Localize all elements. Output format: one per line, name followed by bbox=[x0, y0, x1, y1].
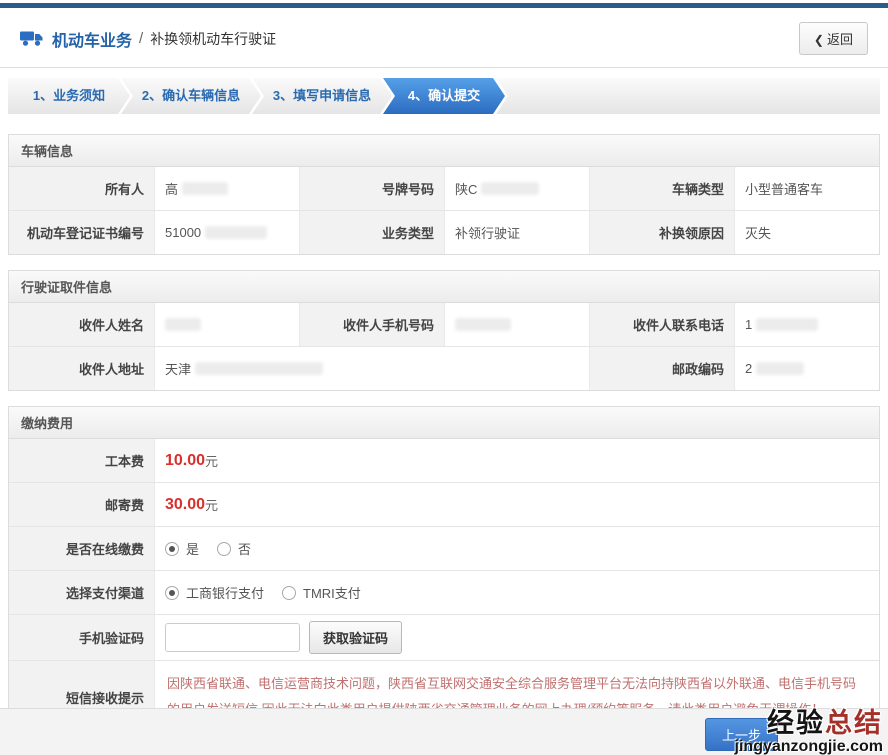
post-fee-value: 30.00 元 bbox=[154, 483, 879, 526]
pay-channel-options: 工商银行支付 TMRI支付 bbox=[154, 571, 879, 614]
redacted-blob bbox=[756, 362, 805, 375]
vehicle-type-label: 车辆类型 bbox=[589, 167, 734, 210]
post-fee-label: 邮寄费 bbox=[9, 483, 154, 526]
recipient-phone-value: 1 bbox=[734, 303, 879, 346]
back-button[interactable]: ❮ 返回 bbox=[798, 22, 868, 55]
table-row: 所有人 高 号牌号码 陕C 车辆类型 小型普通客车 bbox=[9, 167, 879, 210]
channel-tmri-label[interactable]: TMRI支付 bbox=[303, 583, 361, 602]
sms-code-field: 获取验证码 bbox=[154, 615, 879, 660]
pickup-info-title: 行驶证取件信息 bbox=[9, 271, 879, 303]
redacted-blob bbox=[205, 226, 268, 239]
owner-value: 高 bbox=[154, 167, 299, 210]
pickup-info-section: 行驶证取件信息 收件人姓名 收件人手机号码 收件人联系电话 1 收件人地址 天津… bbox=[8, 270, 880, 391]
vehicle-info-section: 车辆信息 所有人 高 号牌号码 陕C 车辆类型 小型普通客车 机动车登记证书编号… bbox=[8, 134, 880, 255]
plate-value: 陕C bbox=[444, 167, 589, 210]
page-header: 机动车业务 / 补换领机动车行驶证 ❮ 返回 bbox=[0, 8, 888, 67]
postcode-label: 邮政编码 bbox=[589, 347, 734, 390]
channel-tmri-radio[interactable] bbox=[282, 585, 297, 600]
vehicle-type-value: 小型普通客车 bbox=[734, 167, 879, 210]
redacted-blob bbox=[756, 318, 819, 331]
recipient-address-label: 收件人地址 bbox=[9, 347, 154, 390]
recipient-phone-label: 收件人联系电话 bbox=[589, 303, 734, 346]
fee-unit: 元 bbox=[205, 454, 219, 469]
online-pay-label: 是否在线缴费 bbox=[9, 527, 154, 570]
recipient-address-value: 天津 bbox=[154, 347, 589, 390]
vehicle-info-title: 车辆信息 bbox=[9, 135, 879, 167]
table-row: 邮寄费 30.00 元 bbox=[9, 482, 879, 526]
business-type-label: 业务类型 bbox=[299, 211, 444, 254]
online-pay-yes-radio[interactable] bbox=[165, 541, 179, 556]
step-4-confirm-submit[interactable]: 4、确认提交 bbox=[383, 78, 505, 114]
step-progress-bar: 1、业务须知 2、确认车辆信息 3、填写申请信息 4、确认提交 bbox=[8, 78, 880, 114]
redacted-blob bbox=[455, 318, 511, 331]
table-row: 选择支付渠道 工商银行支付 TMRI支付 bbox=[9, 570, 879, 614]
table-row: 收件人姓名 收件人手机号码 收件人联系电话 1 bbox=[9, 303, 879, 346]
business-type-value: 补领行驶证 bbox=[444, 211, 589, 254]
recipient-name-label: 收件人姓名 bbox=[9, 303, 154, 346]
header-divider bbox=[0, 67, 888, 68]
step-bar-filler bbox=[496, 78, 880, 114]
recipient-name-value bbox=[154, 303, 299, 346]
work-fee-amount: 10.00 bbox=[165, 451, 206, 469]
truck-icon bbox=[20, 30, 44, 47]
work-fee-value: 10.00 元 bbox=[154, 439, 879, 482]
table-row: 收件人地址 天津 邮政编码 2 bbox=[9, 346, 879, 390]
fee-unit: 元 bbox=[205, 498, 219, 513]
recipient-mobile-label: 收件人手机号码 bbox=[299, 303, 444, 346]
online-pay-no-label[interactable]: 否 bbox=[238, 539, 251, 558]
redacted-blob bbox=[195, 362, 324, 375]
sms-code-input[interactable] bbox=[165, 623, 300, 652]
plate-label: 号牌号码 bbox=[299, 167, 444, 210]
redacted-blob bbox=[481, 182, 540, 195]
watermark-url: jingyanzongjie.com bbox=[734, 738, 883, 755]
channel-icbc-radio[interactable] bbox=[165, 585, 179, 600]
get-code-button[interactable]: 获取验证码 bbox=[309, 621, 403, 654]
breadcrumb-separator: / bbox=[139, 30, 144, 47]
registration-no-value: 51000 bbox=[154, 211, 299, 254]
step-3-fill-application[interactable]: 3、填写申请信息 bbox=[252, 78, 392, 114]
table-row: 是否在线缴费 是 否 bbox=[9, 526, 879, 570]
table-row: 机动车登记证书编号 51000 业务类型 补领行驶证 补换领原因 灭失 bbox=[9, 210, 879, 254]
back-chevron-icon: ❮ bbox=[813, 33, 824, 47]
redacted-blob bbox=[182, 182, 229, 195]
table-row: 工本费 10.00 元 bbox=[9, 439, 879, 482]
table-row: 手机验证码 获取验证码 bbox=[9, 614, 879, 660]
page-title: 补换领机动车行驶证 bbox=[150, 30, 277, 47]
payment-section: 缴纳费用 工本费 10.00 元 邮寄费 30.00 元 是否在线缴费 是 否 选择… bbox=[8, 406, 880, 734]
recipient-mobile-value bbox=[444, 303, 589, 346]
replace-reason-label: 补换领原因 bbox=[589, 211, 734, 254]
sms-code-label: 手机验证码 bbox=[9, 615, 154, 660]
pay-channel-label: 选择支付渠道 bbox=[9, 571, 154, 614]
step-1-business-notice[interactable]: 1、业务须知 bbox=[8, 78, 130, 114]
online-pay-yes-label[interactable]: 是 bbox=[186, 539, 199, 558]
back-button-label: 返回 bbox=[826, 32, 853, 47]
site-watermark: 经验总结 jingyanzongjie.com bbox=[735, 710, 883, 755]
redacted-blob bbox=[165, 318, 201, 331]
breadcrumb-root[interactable]: 机动车业务 bbox=[52, 27, 132, 51]
work-fee-label: 工本费 bbox=[9, 439, 154, 482]
online-pay-no-radio[interactable] bbox=[217, 541, 232, 556]
replace-reason-value: 灭失 bbox=[734, 211, 879, 254]
watermark-title: 经验总结 bbox=[767, 708, 883, 738]
post-fee-amount: 30.00 bbox=[165, 495, 206, 513]
step-2-confirm-vehicle[interactable]: 2、确认车辆信息 bbox=[121, 78, 261, 114]
channel-icbc-label[interactable]: 工商银行支付 bbox=[186, 583, 264, 602]
owner-label: 所有人 bbox=[9, 167, 154, 210]
postcode-value: 2 bbox=[734, 347, 879, 390]
registration-no-label: 机动车登记证书编号 bbox=[9, 211, 154, 254]
payment-title: 缴纳费用 bbox=[9, 407, 879, 439]
online-pay-options: 是 否 bbox=[154, 527, 879, 570]
